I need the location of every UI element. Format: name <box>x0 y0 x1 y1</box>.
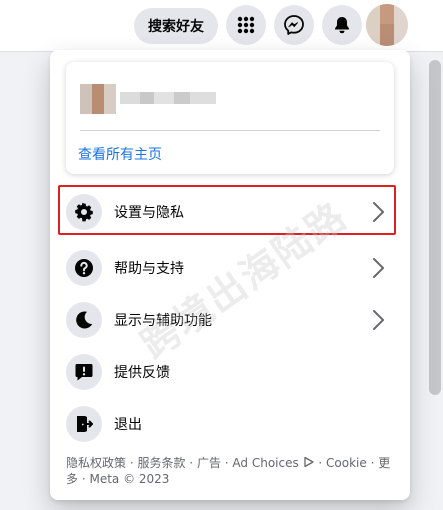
menu-item-display-accessibility[interactable]: 显示与辅助功能 <box>58 294 394 346</box>
terms-link[interactable]: 服务条款 <box>137 456 185 470</box>
privacy-policy-link[interactable]: 隐私权政策 <box>66 456 126 470</box>
copyright-text: Meta © 2023 <box>89 472 170 486</box>
feedback-icon <box>66 354 102 390</box>
ads-link[interactable]: 广告 <box>197 456 221 470</box>
logout-icon <box>66 406 102 442</box>
messenger-icon <box>284 15 304 35</box>
chevron-right-icon <box>373 258 384 278</box>
profile-card[interactable]: 查看所有主页 <box>66 62 394 174</box>
ad-choices-link[interactable]: Ad Choices <box>232 456 298 470</box>
moon-icon <box>66 302 102 338</box>
find-friends-button[interactable]: 搜索好友 <box>134 8 218 44</box>
highlight-annotation-box <box>58 185 396 235</box>
menu-item-help-support[interactable]: 帮助与支持 <box>58 242 394 294</box>
menu-item-label: 显示与辅助功能 <box>114 313 212 329</box>
see-all-profiles-link[interactable]: 查看所有主页 <box>78 144 162 164</box>
top-navigation-bar: 搜索好友 <box>0 0 443 52</box>
footer-separator: · <box>78 472 90 486</box>
notifications-button[interactable] <box>322 5 362 45</box>
menu-item-log-out[interactable]: 退出 <box>58 398 394 450</box>
question-icon <box>66 250 102 286</box>
menu-button[interactable] <box>226 5 266 45</box>
cookie-link[interactable]: Cookie <box>326 456 367 470</box>
footer-links: 隐私权政策 · 服务条款 · 广告 · Ad Choices · Cookie … <box>66 455 396 487</box>
ad-choices-icon <box>303 456 314 468</box>
notifications-bell-icon <box>335 17 349 34</box>
menu-grid-icon <box>237 16 255 34</box>
menu-item-label: 提供反馈 <box>114 365 170 381</box>
account-menu: 查看所有主页 设置与隐私 帮助与支持 显示与辅助功能 提供反馈 退出 隐私权政策… <box>50 50 410 500</box>
footer-separator: · <box>366 456 379 470</box>
footer-separator: · <box>126 456 138 470</box>
page-scrollbar-thumb[interactable] <box>429 60 441 395</box>
footer-separator: · <box>314 456 327 470</box>
footer-separator: · <box>220 456 233 470</box>
profile-name-blurred <box>80 78 220 122</box>
footer-separator: · <box>185 456 197 470</box>
messenger-button[interactable] <box>274 5 314 45</box>
menu-item-label: 退出 <box>114 417 142 433</box>
avatar[interactable] <box>366 4 408 46</box>
menu-item-give-feedback[interactable]: 提供反馈 <box>58 346 394 398</box>
chevron-right-icon <box>373 310 384 330</box>
menu-item-label: 帮助与支持 <box>114 261 184 277</box>
profile-card-divider <box>80 130 380 131</box>
